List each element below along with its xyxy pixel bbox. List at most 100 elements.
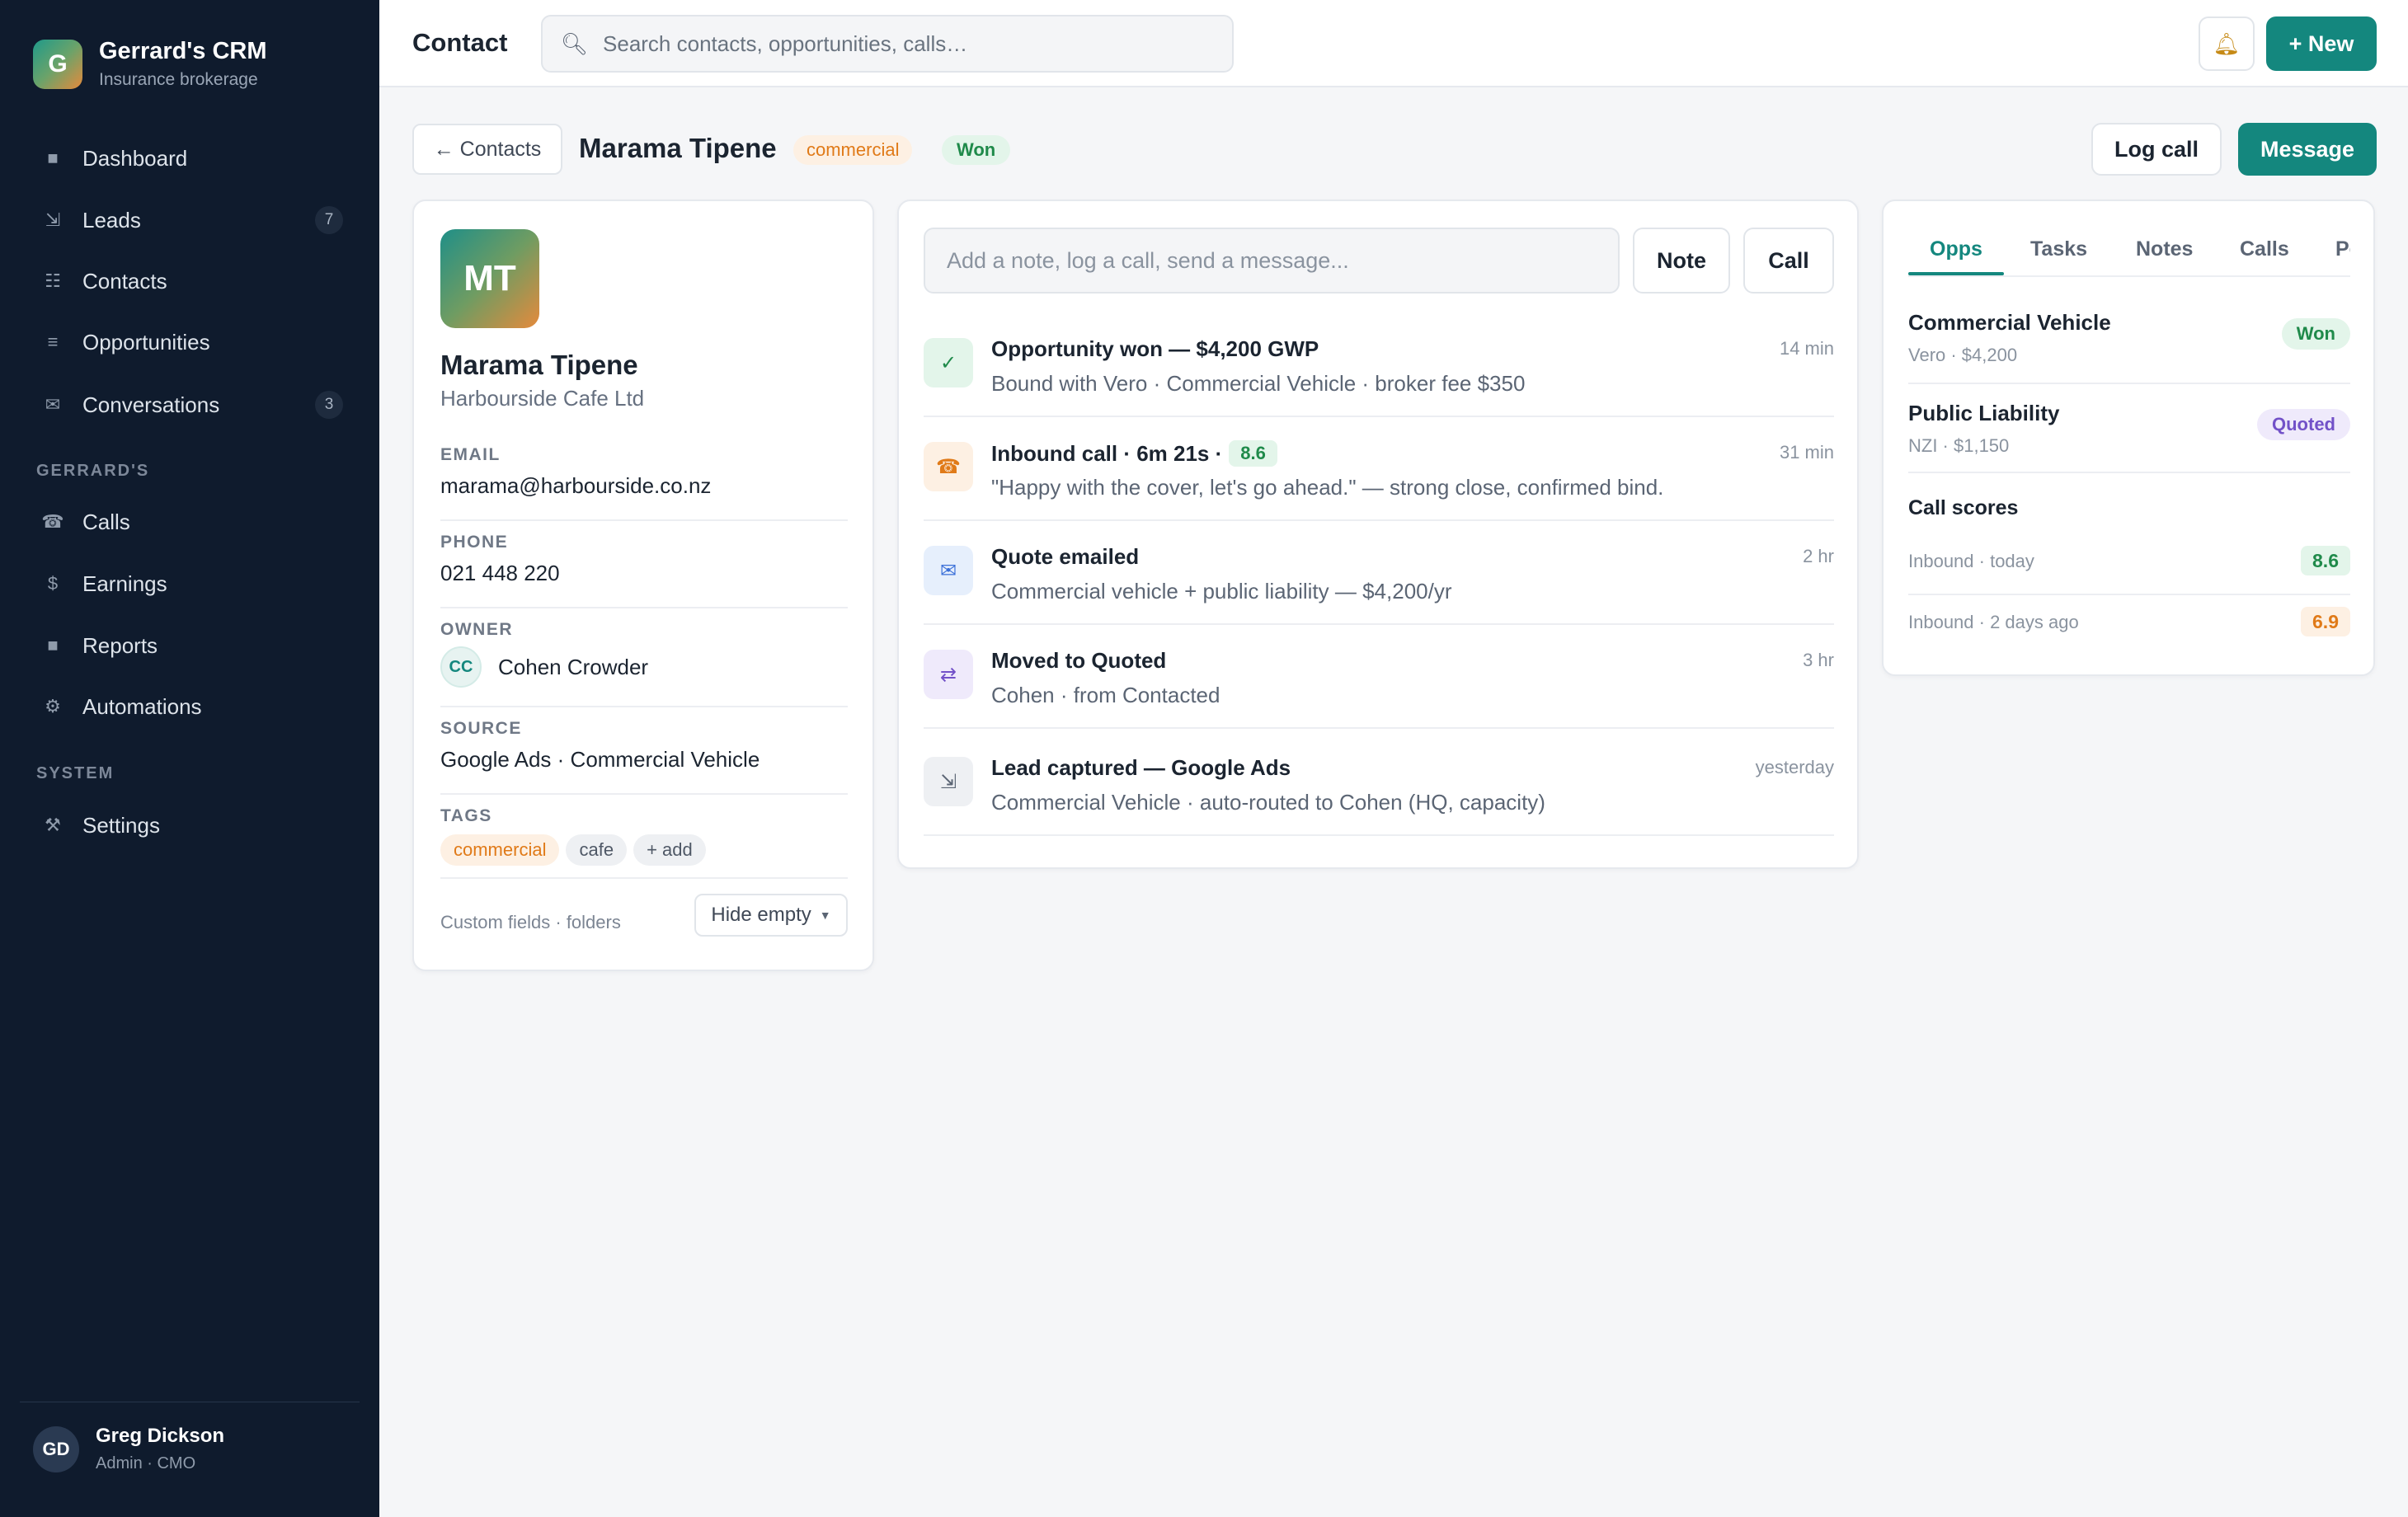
tag-chip-cafe[interactable]: cafe xyxy=(566,834,628,866)
call-score-row[interactable]: Inbound · today 8.6 xyxy=(1908,534,2350,594)
sidebar-item-calls[interactable]: ☎ Calls xyxy=(23,497,351,547)
contact-avatar: MT xyxy=(440,229,539,328)
divider xyxy=(440,877,848,879)
tag-chip-commercial[interactable]: commercial xyxy=(440,834,560,866)
phone-field: PHONE 021 448 220 xyxy=(440,533,848,586)
hide-empty-label: Hide empty xyxy=(711,904,811,926)
contact-company: Harbourside Cafe Ltd xyxy=(440,386,645,411)
nav-section-gerrards: GERRARD'S xyxy=(36,462,150,480)
tab-notes[interactable]: Notes xyxy=(2136,237,2193,261)
note-button[interactable]: Note xyxy=(1633,228,1730,294)
activity-subtitle: Cohen · from Contacted xyxy=(991,683,1220,707)
bell-icon: 🔔︎ xyxy=(2213,31,2241,56)
sidebar-item-earnings[interactable]: $ Earnings xyxy=(23,559,351,608)
opportunity-row[interactable]: Commercial Vehicle Vero · $4,200 Won xyxy=(1908,310,2350,399)
divider xyxy=(440,519,848,521)
activity-time: 31 min xyxy=(1779,442,1834,463)
owner-row[interactable]: CC Cohen Crowder xyxy=(440,646,848,688)
activity-subtitle: Bound with Vero · Commercial Vehicle · b… xyxy=(991,371,1526,396)
field-label: PHONE xyxy=(440,533,509,552)
leads-icon: ⇲ xyxy=(45,209,61,230)
settings-icon: ⚒ xyxy=(45,815,61,835)
sidebar-item-label: Leads xyxy=(82,207,141,232)
opportunity-row[interactable]: Public Liability NZI · $1,150 Quoted xyxy=(1908,401,2350,490)
reports-icon: ■ xyxy=(47,635,59,655)
field-label: OWNER xyxy=(440,620,513,639)
sidebar-item-label: Calls xyxy=(82,509,130,534)
call-score-label: Inbound · 2 days ago xyxy=(1908,612,2079,632)
tab-policies[interactable]: Policies xyxy=(2335,237,2350,261)
sidebar-item-dashboard[interactable]: ■ Dashboard xyxy=(23,134,351,183)
log-call-button[interactable]: Log call xyxy=(2091,123,2222,176)
source-field: SOURCE Google Ads · Commercial Vehicle xyxy=(440,719,848,773)
brand-logo: G xyxy=(33,39,82,89)
sidebar-item-reports[interactable]: ■ Reports xyxy=(23,621,351,670)
contact-details-card: MT Marama Tipene Harbourside Cafe Ltd EM… xyxy=(412,200,874,971)
tab-opps[interactable]: Opps xyxy=(1930,237,1982,261)
user-profile[interactable]: GD Greg Dickson Admin · CMO xyxy=(33,1425,224,1473)
activity-subtitle: Commercial Vehicle · auto-routed to Cohe… xyxy=(991,790,1545,815)
sidebar-item-contacts[interactable]: ☷ Contacts xyxy=(23,256,351,306)
activity-title-text: Inbound call · 6m 21s · xyxy=(991,440,1223,466)
activity-time: 14 min xyxy=(1779,338,1834,359)
message-button[interactable]: Message xyxy=(2238,123,2377,176)
field-label: SOURCE xyxy=(440,719,522,738)
call-score-badge: 8.6 xyxy=(1229,440,1277,467)
opportunities-icon: ≡ xyxy=(47,331,59,352)
search-input[interactable] xyxy=(603,31,1230,57)
custom-fields-label: Custom fields · folders xyxy=(440,912,621,932)
sidebar-item-label: Settings xyxy=(82,812,160,838)
activity-item[interactable]: ⇲ Lead captured — Google Ads Commercial … xyxy=(924,732,1834,836)
add-tag-button[interactable]: + add xyxy=(633,834,706,866)
activity-title: Quote emailed xyxy=(991,544,1140,569)
activity-item[interactable]: ☎ Inbound call · 6m 21s · 8.6 "Happy wit… xyxy=(924,417,1834,521)
activity-time: 2 hr xyxy=(1803,546,1834,566)
divider xyxy=(440,706,848,707)
composer-input[interactable] xyxy=(924,228,1620,294)
swap-icon: ⇄ xyxy=(924,650,973,699)
email-field: EMAIL marama@harbourside.co.nz xyxy=(440,445,848,499)
source-value: Google Ads · Commercial Vehicle xyxy=(440,747,760,772)
activity-time: 3 hr xyxy=(1803,650,1834,670)
activity-item[interactable]: ✓ Opportunity won — $4,200 GWP Bound wit… xyxy=(924,313,1834,417)
sidebar-item-settings[interactable]: ⚒ Settings xyxy=(23,801,351,850)
activity-title: Inbound call · 6m 21s · 8.6 xyxy=(991,440,1277,467)
activity-title: Lead captured — Google Ads xyxy=(991,755,1291,780)
tab-tasks[interactable]: Tasks xyxy=(2030,237,2087,261)
sidebar-item-label: Reports xyxy=(82,632,158,658)
hide-empty-dropdown[interactable]: Hide empty ▼ xyxy=(694,894,848,937)
sidebar-item-label: Dashboard xyxy=(82,145,188,171)
search-box[interactable]: 🔍︎ xyxy=(541,15,1234,73)
active-tab-indicator xyxy=(1908,272,2004,275)
related-panel-card: Opps Tasks Notes Calls Policies Commerci… xyxy=(1882,200,2375,676)
activity-item[interactable]: ✉ Quote emailed Commercial vehicle + pub… xyxy=(924,521,1834,625)
owner-field: OWNER CC Cohen Crowder xyxy=(440,620,848,688)
user-name: Greg Dickson xyxy=(96,1425,225,1447)
call-score-row[interactable]: Inbound · 2 days ago 6.9 xyxy=(1908,595,2350,655)
phone-value[interactable]: 021 448 220 xyxy=(440,561,848,586)
notifications-button[interactable]: 🔔︎ xyxy=(2199,16,2255,71)
sidebar-item-label: Earnings xyxy=(82,571,167,596)
sidebar-item-automations[interactable]: ⚙ Automations xyxy=(23,682,351,731)
sidebar-item-conversations[interactable]: ✉ Conversations 3 xyxy=(23,380,351,430)
page-title: Contact xyxy=(412,28,508,57)
tab-calls[interactable]: Calls xyxy=(2240,237,2289,261)
sidebar-item-label: Conversations xyxy=(82,392,220,417)
email-value[interactable]: marama@harbourside.co.nz xyxy=(440,473,848,499)
divider xyxy=(1908,383,2350,384)
divider xyxy=(1908,472,2350,473)
call-button[interactable]: Call xyxy=(1743,228,1834,294)
tags-field: TAGS commercial cafe + add xyxy=(440,806,848,866)
brand-title: Gerrard's CRM xyxy=(99,38,267,64)
sidebar: G Gerrard's CRM Insurance brokerage ■ Da… xyxy=(0,0,379,1517)
activity-time: yesterday xyxy=(1755,757,1834,777)
activity-item[interactable]: ⇄ Moved to Quoted Cohen · from Contacted… xyxy=(924,625,1834,729)
sidebar-item-leads[interactable]: ⇲ Leads 7 xyxy=(23,195,351,245)
divider xyxy=(440,793,848,795)
back-to-contacts-button[interactable]: ← Contacts xyxy=(412,124,562,175)
phone-icon: ☎ xyxy=(41,511,64,532)
new-button[interactable]: + New xyxy=(2266,16,2377,71)
brand[interactable]: G Gerrard's CRM Insurance brokerage xyxy=(33,38,267,90)
sidebar-item-opportunities[interactable]: ≡ Opportunities xyxy=(23,317,351,367)
opportunity-name: Public Liability xyxy=(1908,401,2060,425)
